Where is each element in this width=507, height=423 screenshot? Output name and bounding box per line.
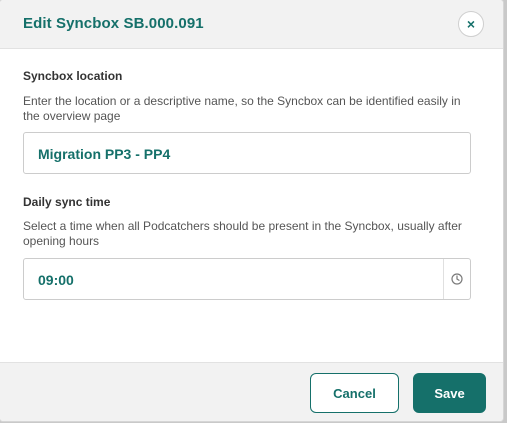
time-picker-button[interactable]	[443, 259, 470, 299]
close-icon: ×	[466, 16, 476, 32]
daily-sync-time-label: Daily sync time	[23, 195, 111, 209]
cancel-button[interactable]: Cancel	[310, 373, 399, 413]
close-button[interactable]: ×	[458, 11, 484, 37]
dialog-header: Edit Syncbox SB.000.091 ×	[0, 0, 503, 49]
clock-icon	[451, 273, 463, 285]
syncbox-location-label: Syncbox location	[23, 69, 123, 83]
syncbox-location-help: Enter the location or a descriptive name…	[23, 94, 461, 123]
dialog-footer: Cancel Save	[0, 362, 503, 421]
syncbox-location-value: Migration PP3 - PP4	[38, 146, 171, 162]
syncbox-location-input[interactable]: Migration PP3 - PP4	[23, 132, 471, 174]
daily-sync-time-help: Select a time when all Podcatchers shoul…	[23, 219, 462, 248]
save-button[interactable]: Save	[413, 373, 486, 413]
edit-syncbox-dialog: Edit Syncbox SB.000.091 × Syncbox locati…	[0, 0, 503, 421]
daily-sync-time-value: 09:00	[38, 272, 74, 288]
dialog-title: Edit Syncbox SB.000.091	[23, 15, 204, 32]
daily-sync-time-input[interactable]: 09:00	[23, 258, 471, 300]
